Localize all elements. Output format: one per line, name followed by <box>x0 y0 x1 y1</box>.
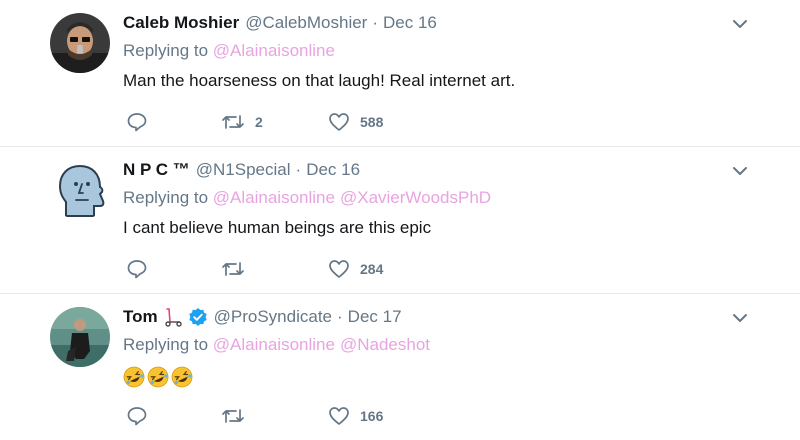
tweet-header: N P C ™ @N1Special · Dec 16 <box>123 159 730 181</box>
like-button[interactable]: 166 <box>328 405 383 427</box>
retweet-icon <box>222 409 244 423</box>
chevron-down-icon[interactable] <box>730 14 750 34</box>
tweet-actions: 2 588 <box>123 111 523 133</box>
like-button[interactable]: 588 <box>328 111 383 133</box>
tweet[interactable]: Caleb Moshier @CalebMoshier · Dec 16 Rep… <box>0 0 800 147</box>
separator-dot: · <box>295 160 302 179</box>
rolling-laughing-emoji-icon <box>171 366 193 388</box>
user-handle[interactable]: @ProSyndicate <box>214 307 332 327</box>
avatar[interactable] <box>50 307 110 367</box>
tweet[interactable]: Tom @ProSyndicate · Dec 17 Replying to @… <box>0 294 800 440</box>
user-handle[interactable]: @CalebMoshier <box>245 13 367 33</box>
reply-feed: Caleb Moshier @CalebMoshier · Dec 16 Rep… <box>0 0 800 440</box>
like-count: 588 <box>360 114 384 130</box>
tweet-date[interactable]: Dec 16 <box>383 13 437 33</box>
tweet-text: Man the hoarseness on that laugh! Real i… <box>123 71 516 90</box>
tweet-text: I cant believe human beings are this epi… <box>123 218 432 237</box>
like-button[interactable]: 284 <box>328 258 383 280</box>
replying-label: Replying to <box>123 188 209 207</box>
replying-to: Replying to @Alainaisonline <box>123 41 340 61</box>
reply-button[interactable] <box>126 405 158 427</box>
display-name[interactable]: Tom <box>123 307 158 327</box>
person-headphones-avatar <box>50 13 110 73</box>
avatar[interactable] <box>50 160 110 220</box>
mention-link[interactable]: @Nadeshot <box>340 335 430 354</box>
tweet-header: Caleb Moshier @CalebMoshier · Dec 16 <box>123 12 730 34</box>
retweet-button[interactable] <box>221 405 255 427</box>
tweet-date[interactable]: Dec 17 <box>348 307 402 327</box>
user-handle[interactable]: @N1Special <box>196 160 291 180</box>
rolling-laughing-emoji-icon <box>147 366 169 388</box>
chevron-down-icon[interactable] <box>730 308 750 328</box>
heart-icon <box>329 260 349 278</box>
verified-badge-icon <box>188 307 208 327</box>
replying-label: Replying to <box>123 41 209 60</box>
reply-icon <box>127 407 147 426</box>
separator-dot: · <box>372 13 379 32</box>
tweet-text <box>123 366 193 388</box>
retweet-button[interactable] <box>221 258 255 280</box>
heart-icon <box>329 113 349 131</box>
tweet[interactable]: N P C ™ @N1Special · Dec 16 Replying to … <box>0 147 800 294</box>
retweet-icon <box>222 262 244 276</box>
mention-link[interactable]: @Alainaisonline <box>213 188 335 207</box>
rolling-laughing-emoji-icon <box>123 366 145 388</box>
separator-dot: · <box>337 307 343 326</box>
display-name[interactable]: Caleb Moshier <box>123 13 239 33</box>
reply-button[interactable] <box>126 258 158 280</box>
heart-icon <box>329 407 349 425</box>
like-count: 284 <box>360 261 384 277</box>
tweet-actions: 166 <box>123 405 523 427</box>
replying-label: Replying to <box>123 335 209 354</box>
npc-face-avatar <box>50 160 110 220</box>
mention-link[interactable]: @Alainaisonline <box>213 335 335 354</box>
chevron-down-icon[interactable] <box>730 161 750 181</box>
display-name[interactable]: N P C ™ <box>123 160 190 180</box>
retweet-icon <box>222 115 244 129</box>
reply-icon <box>127 260 147 279</box>
person-by-water-avatar <box>50 307 110 367</box>
mention-link[interactable]: @XavierWoodsPhD <box>340 188 491 207</box>
tweet-header: Tom @ProSyndicate · Dec 17 <box>123 306 730 328</box>
retweet-button[interactable]: 2 <box>221 111 263 133</box>
retweet-count: 2 <box>255 114 263 130</box>
mention-link[interactable]: @Alainaisonline <box>213 41 335 60</box>
replying-to: Replying to @Alainaisonline @Nadeshot <box>123 335 435 355</box>
replying-to: Replying to @Alainaisonline @XavierWoodsP… <box>123 188 496 208</box>
avatar[interactable] <box>50 13 110 73</box>
like-count: 166 <box>360 408 384 424</box>
tweet-date[interactable]: Dec 16 <box>306 160 360 180</box>
reply-button[interactable] <box>126 111 158 133</box>
reply-icon <box>127 113 147 132</box>
tweet-actions: 284 <box>123 258 523 280</box>
scooter-icon <box>162 306 184 328</box>
